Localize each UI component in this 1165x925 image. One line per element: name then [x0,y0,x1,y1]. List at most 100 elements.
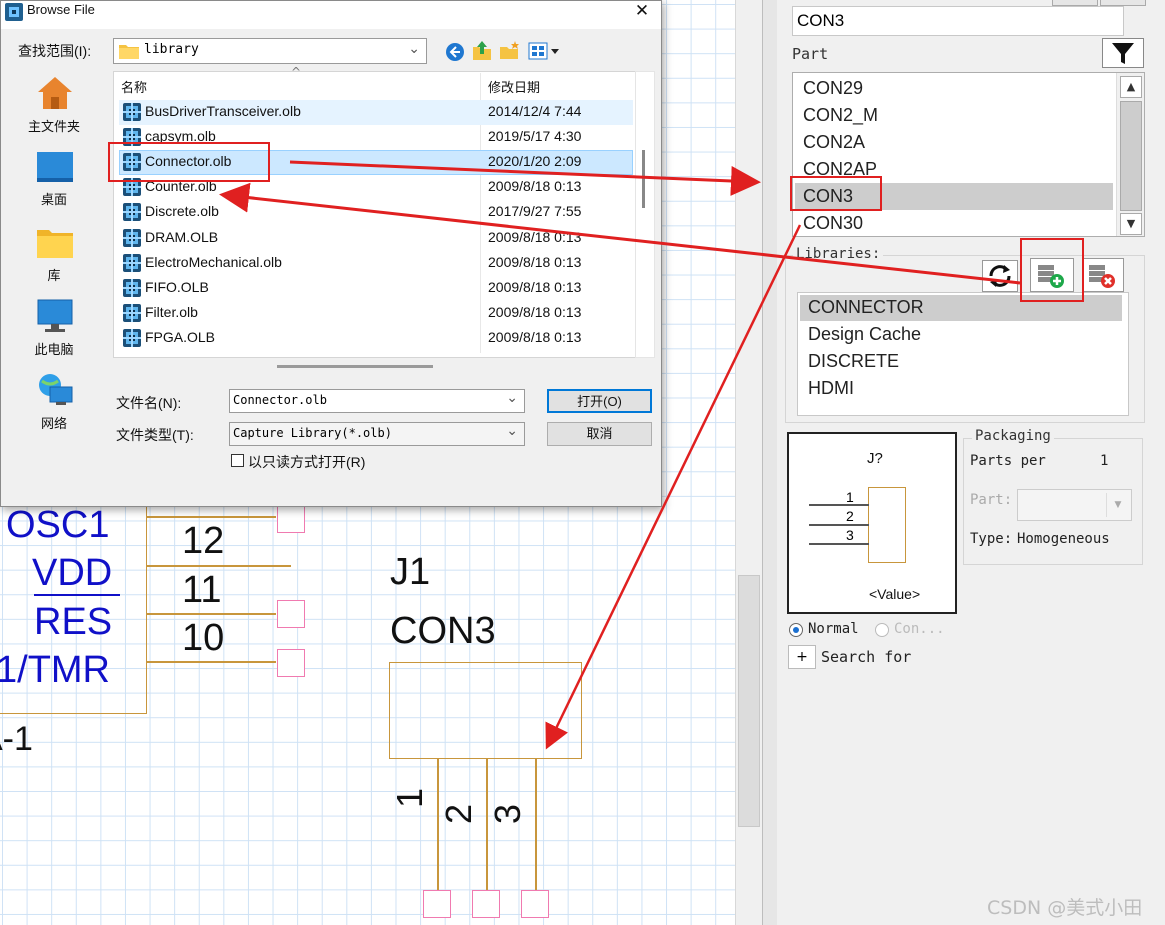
remove-library-button[interactable] [1082,258,1124,292]
part-list-item[interactable]: CON29 [803,78,863,99]
part-pin-box-3[interactable] [521,890,549,918]
folder-icon [37,230,73,258]
open-button[interactable]: 打开(O) [547,389,652,413]
cancel-button[interactable]: 取消 [547,422,652,446]
filetype-value: Capture Library(*.olb) [233,426,392,440]
readonly-checkbox[interactable] [231,454,244,467]
back-icon[interactable] [445,42,465,62]
look-in-select[interactable]: library ⌄ [113,38,427,64]
pin-connector-box[interactable] [277,600,305,628]
part-select[interactable]: ▼ [1017,489,1132,521]
chevron-down-icon[interactable]: ⌄ [506,390,518,406]
file-row-name[interactable]: Discrete.olb [145,203,219,219]
column-header-date[interactable]: 修改日期 [488,77,540,96]
scroll-down-icon[interactable]: ▼ [1120,213,1142,235]
preview-pin-3: 3 [846,527,854,543]
refresh-icon [989,265,1011,287]
scroll-up-icon[interactable]: ▲ [1120,76,1142,98]
computer-icon [37,299,73,332]
scroll-thumb[interactable] [1120,101,1142,211]
file-row-date: 2020/1/20 2:09 [488,153,582,170]
filetype-select[interactable]: Capture Library(*.olb) ⌄ [229,422,525,446]
part-select-label: Part: [970,492,1013,508]
dialog-titlebar[interactable] [1,1,661,29]
preview-pin-line [809,524,869,526]
panel-splitter[interactable] [762,0,778,925]
file-row-name[interactable]: FPGA.OLB [145,329,215,345]
filename-input[interactable]: Connector.olb ⌄ [229,389,525,413]
column-sort-indicator: ^ [291,65,302,79]
place-home-label: 主文件夹 [27,120,80,135]
part-list-scrollbar[interactable]: ▲ ▼ [1116,73,1144,236]
part-search-input[interactable] [792,6,1124,36]
file-row-date: 2019/5/17 4:30 [488,128,582,145]
pin-number-12: 12 [182,520,225,562]
place-computer[interactable]: 此电脑 [19,299,91,359]
pin-line-11 [146,613,276,615]
convert-radio[interactable] [875,623,889,637]
file-row-date: 2017/9/27 7:55 [488,203,582,220]
place-home[interactable]: 主文件夹 [19,75,91,135]
scroll-thumb[interactable] [642,150,645,208]
place-computer-label: 此电脑 [34,343,74,358]
watermark: CSDN @美式小田 [987,897,1143,919]
preview-value: <Value> [869,586,921,602]
remove-library-icon [1089,265,1115,288]
part-list[interactable]: CON29 CON2_M CON2A CON2AP CON3 CON30 ▲ ▼ [792,72,1145,237]
up-folder-icon[interactable] [471,39,493,61]
filename-label: 文件名(N): [116,395,182,411]
con3-part-body[interactable] [389,662,582,759]
library-list-item[interactable]: Design Cache [808,324,921,345]
file-row-name[interactable]: DRAM.OLB [145,229,218,245]
pin-connector-box[interactable] [277,649,305,677]
part-pin-number-1: 1 [389,787,430,808]
normal-radio[interactable] [789,623,803,637]
file-row-name[interactable]: BusDriverTransceiver.olb [145,103,301,119]
canvas-scrollbar-thumb[interactable] [738,575,760,827]
file-row-date: 2009/8/18 0:13 [488,253,582,270]
place-library[interactable]: 库 [19,227,91,287]
filter-button[interactable] [1102,38,1144,68]
view-menu-icon[interactable] [528,42,560,60]
new-folder-icon[interactable] [499,39,521,61]
annotation-box-add-library [1020,238,1084,302]
pin-line-13 [146,516,276,518]
olb-file-icon [123,228,141,247]
type-label: Type: [970,531,1013,547]
file-row-date: 2009/8/18 0:13 [488,228,582,245]
part-list-item[interactable]: CON30 [803,213,863,234]
filename-value: Connector.olb [233,393,327,407]
library-list[interactable]: CONNECTOR Design Cache DISCRETE HDMI [797,292,1129,416]
library-list-item[interactable]: DISCRETE [808,351,899,372]
library-list-item-selected[interactable]: CONNECTOR [808,297,924,318]
part-list-item[interactable]: CON2A [803,132,865,153]
part-pin-box-2[interactable] [472,890,500,918]
preview-pin-1: 1 [846,489,854,505]
file-row-date: 2009/8/18 0:13 [488,328,582,345]
part-reference[interactable]: J1 [390,553,430,591]
file-list-scrollbar[interactable] [635,71,655,358]
file-row-name[interactable]: Filter.olb [145,304,198,320]
search-expand-button[interactable]: + [788,645,816,669]
file-row-name[interactable]: ElectroMechanical.olb [145,254,282,270]
part-label: Part [792,45,829,63]
net-label-vdd: VDD [32,552,113,594]
column-header-name[interactable]: 名称 [121,77,147,96]
part-list-item[interactable]: CON2_M [803,105,878,126]
place-desktop[interactable]: 桌面 [19,151,91,211]
library-list-item[interactable]: HDMI [808,378,854,399]
part-value[interactable]: CON3 [390,612,496,650]
place-library-label: 库 [47,269,61,284]
close-icon[interactable]: ✕ [628,0,656,23]
file-row-date: 2014/12/4 7:44 [488,103,582,119]
desktop-icon [37,152,73,182]
browse-file-dialog: Browse File ✕ 查找范围(I): library ⌄ 主文件夹 桌面… [0,0,662,507]
part-pin-box-1[interactable] [423,890,451,918]
home-icon [38,77,72,109]
libraries-label: Libraries: [793,246,884,262]
refresh-button[interactable] [982,260,1018,292]
file-row-name[interactable]: FIFO.OLB [145,279,209,295]
place-network[interactable]: 网络 [19,373,91,433]
pin-connector-box[interactable] [277,505,305,533]
file-list-hscroll[interactable] [277,365,433,368]
